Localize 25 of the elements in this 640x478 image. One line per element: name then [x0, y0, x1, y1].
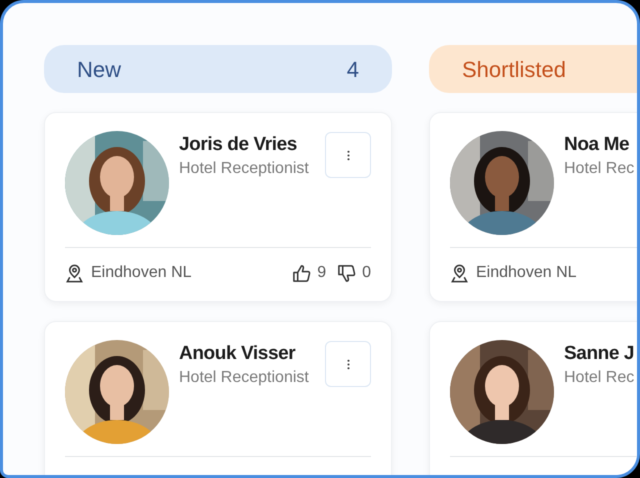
- candidate-card[interactable]: Joris de Vries Hotel Receptionist Eindhoven NL 9 0: [44, 112, 392, 302]
- location-text: Eindhoven NL: [91, 263, 192, 283]
- candidate-name: Sanne J: [564, 342, 636, 366]
- candidate-card[interactable]: Noa Me Hotel Rec Eindhoven NL: [429, 112, 637, 302]
- candidate-name: Anouk Visser: [179, 342, 296, 366]
- column-title: Shortlisted: [462, 56, 566, 84]
- thumbs-up-icon[interactable]: [292, 264, 312, 282]
- job-title: Hotel Rec: [564, 368, 636, 388]
- candidate-name: Joris de Vries: [179, 133, 298, 157]
- candidate-card[interactable]: Sanne J Hotel Rec: [429, 321, 637, 475]
- candidate-name: Noa Me: [564, 133, 630, 157]
- more-icon: [346, 150, 350, 160]
- column-count: 4: [346, 56, 359, 84]
- thumbs-down-icon[interactable]: [337, 264, 356, 282]
- column-title: New: [77, 56, 122, 84]
- job-title: Hotel Receptionist: [179, 368, 310, 388]
- job-title: Hotel Rec: [564, 159, 636, 179]
- candidate-card[interactable]: Anouk Visser Hotel Receptionist: [44, 321, 392, 475]
- job-title: Hotel Receptionist: [179, 159, 310, 179]
- location-pin-icon: [65, 264, 84, 282]
- likes-count: 9: [317, 263, 326, 283]
- location-pin-icon: [450, 264, 469, 282]
- location-text: Eindhoven NL: [476, 263, 577, 283]
- more-icon: [346, 358, 350, 370]
- dislikes-count: 0: [362, 263, 371, 283]
